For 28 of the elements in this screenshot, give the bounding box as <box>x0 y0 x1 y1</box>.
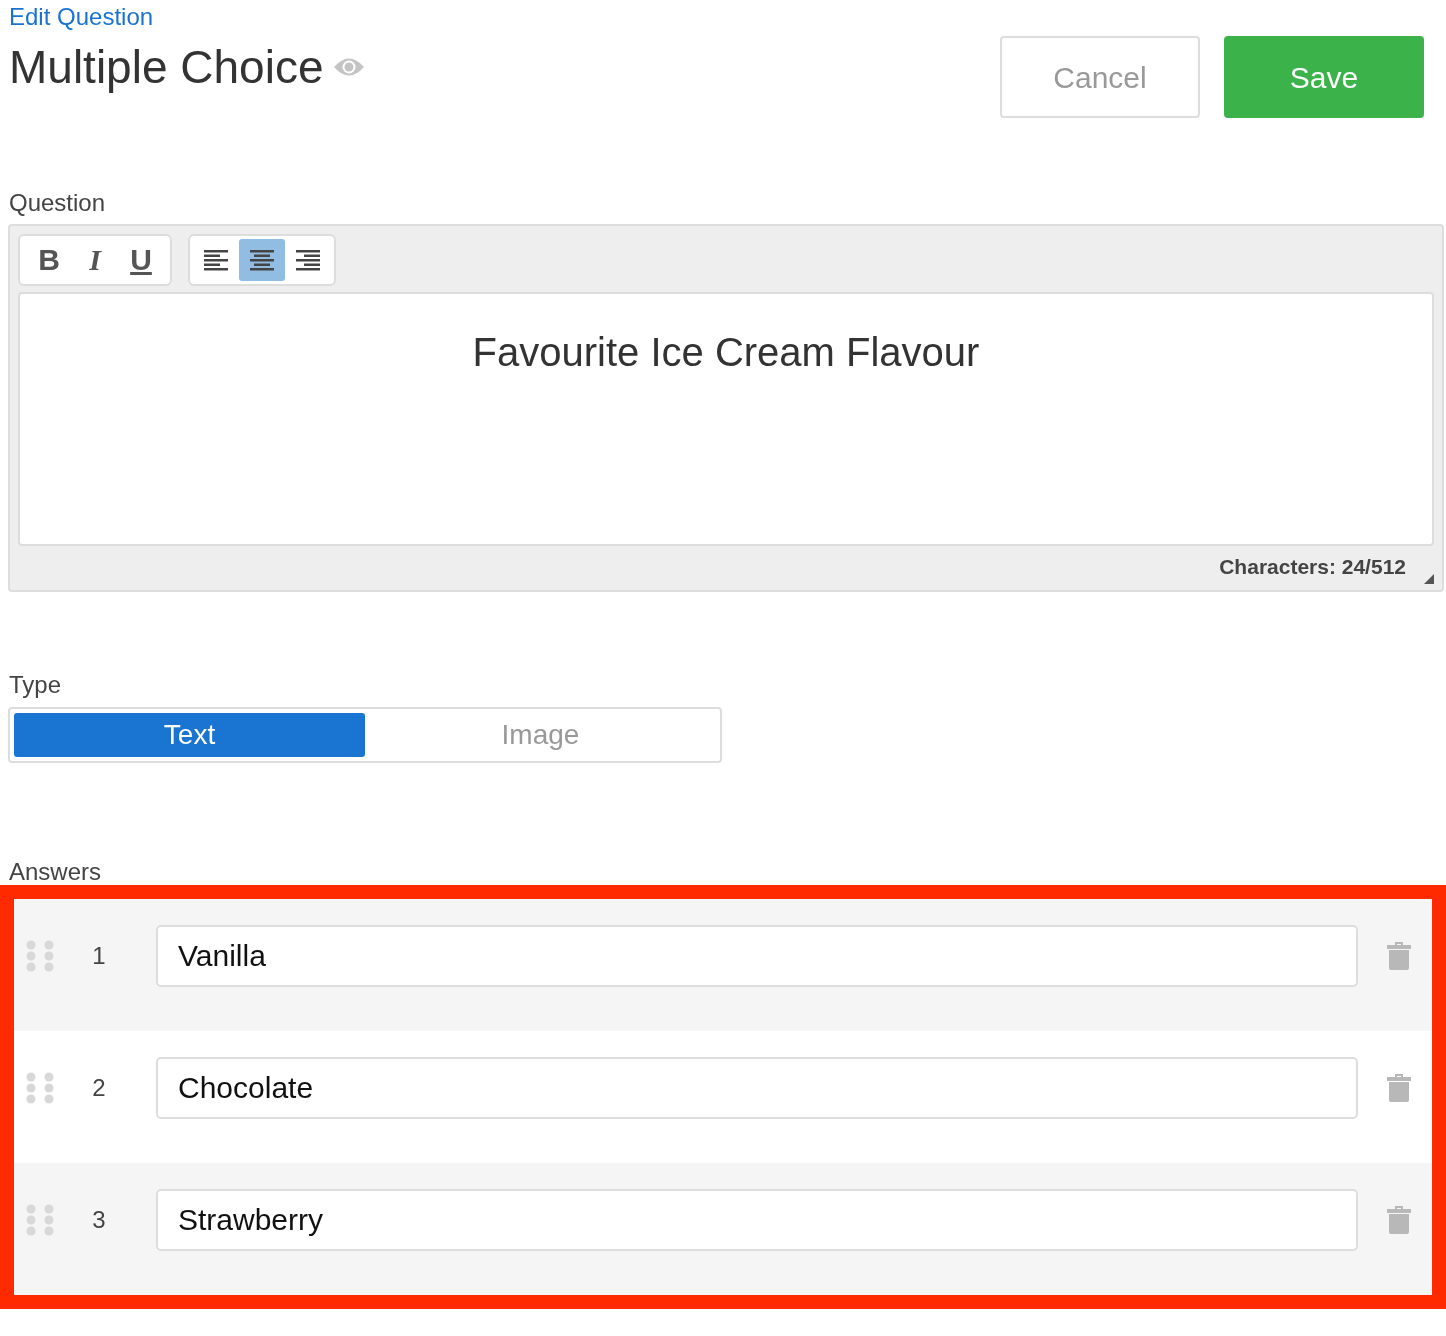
lines-icon <box>203 248 229 273</box>
answer-number: 2 <box>91 1073 107 1104</box>
drag-handle-icon[interactable] <box>26 1204 54 1237</box>
character-counter: Characters: 24/512 <box>1219 553 1406 580</box>
bold-button[interactable]: B <box>26 239 72 282</box>
align-center-button[interactable] <box>239 239 285 282</box>
answer-number: 1 <box>91 941 107 972</box>
italic-button[interactable]: I <box>72 239 118 282</box>
resize-handle-icon[interactable] <box>1424 574 1434 585</box>
trash-icon[interactable] <box>1386 941 1412 972</box>
answer-number: 3 <box>91 1205 107 1236</box>
section-label: Question <box>9 190 106 217</box>
question-text-area[interactable]: Favourite Ice Cream Flavour <box>18 292 1434 547</box>
breadcrumb-link[interactable]: Edit Question <box>9 5 154 29</box>
lines-icon <box>295 248 321 273</box>
trash-icon[interactable] <box>1386 1073 1412 1104</box>
drag-handle-icon[interactable] <box>26 1072 54 1105</box>
type-option[interactable]: Text <box>14 712 365 757</box>
drag-handle-icon[interactable] <box>26 940 54 973</box>
trash-icon[interactable] <box>1386 1205 1412 1236</box>
answer-field[interactable]: Chocolate <box>156 1057 1358 1120</box>
underline-button[interactable]: U <box>118 239 164 282</box>
eye-icon[interactable] <box>333 56 366 78</box>
section-label: Type <box>9 672 62 699</box>
section-label: Answers <box>9 858 102 886</box>
answer-field[interactable]: Vanilla <box>156 925 1358 988</box>
lines-icon <box>249 248 275 273</box>
answer-field[interactable]: Strawberry <box>156 1189 1358 1252</box>
